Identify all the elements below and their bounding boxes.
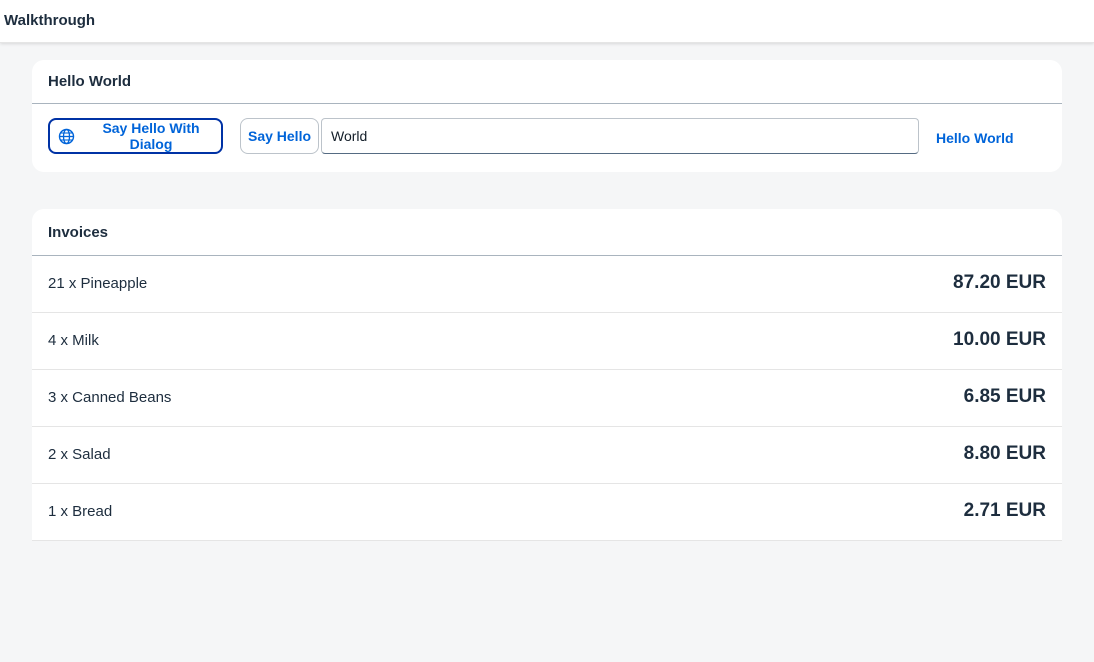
invoice-price: 6.85 EUR (963, 386, 1046, 407)
app-title: Walkthrough (4, 12, 96, 29)
invoice-name: 3 x Canned Beans (48, 389, 172, 406)
hello-panel-title: Hello World (48, 73, 132, 90)
invoice-list-item[interactable]: 1 x Bread 2.71 EUR (32, 484, 1062, 541)
invoice-price: 87.20 EUR (953, 272, 1046, 293)
shell-header: Walkthrough (0, 0, 1094, 43)
invoice-price: 10.00 EUR (953, 329, 1046, 350)
invoice-list-item[interactable]: 21 x Pineapple 87.20 EUR (32, 256, 1062, 313)
invoice-name: 21 x Pineapple (48, 275, 148, 292)
invoice-list-item[interactable]: 4 x Milk 10.00 EUR (32, 313, 1062, 370)
invoices-panel: Invoices 21 x Pineapple 87.20 EUR 4 x Mi… (32, 209, 1062, 541)
say-hello-dialog-button[interactable]: Say Hello With Dialog (48, 118, 223, 154)
invoices-panel-title: Invoices (48, 224, 109, 241)
invoice-list-item[interactable]: 3 x Canned Beans 6.85 EUR (32, 370, 1062, 427)
invoice-name: 1 x Bread (48, 503, 113, 520)
invoice-list-item[interactable]: 2 x Salad 8.80 EUR (32, 427, 1062, 484)
say-hello-dialog-label: Say Hello With Dialog (102, 120, 200, 152)
hello-panel: Hello World Say Hello With Dialog Say He… (32, 60, 1062, 172)
invoice-price: 8.80 EUR (963, 443, 1046, 464)
invoice-name: 4 x Milk (48, 332, 99, 349)
invoice-price: 2.71 EUR (963, 500, 1046, 521)
hello-output-text: Hello World (936, 130, 1014, 146)
hello-panel-header: Hello World (32, 60, 1062, 104)
invoices-panel-header: Invoices (32, 209, 1062, 256)
name-input[interactable] (321, 118, 919, 154)
globe-icon (58, 128, 75, 145)
say-hello-button[interactable]: Say Hello (240, 118, 319, 154)
invoice-name: 2 x Salad (48, 446, 111, 463)
invoice-list: 21 x Pineapple 87.20 EUR 4 x Milk 10.00 … (32, 256, 1062, 541)
